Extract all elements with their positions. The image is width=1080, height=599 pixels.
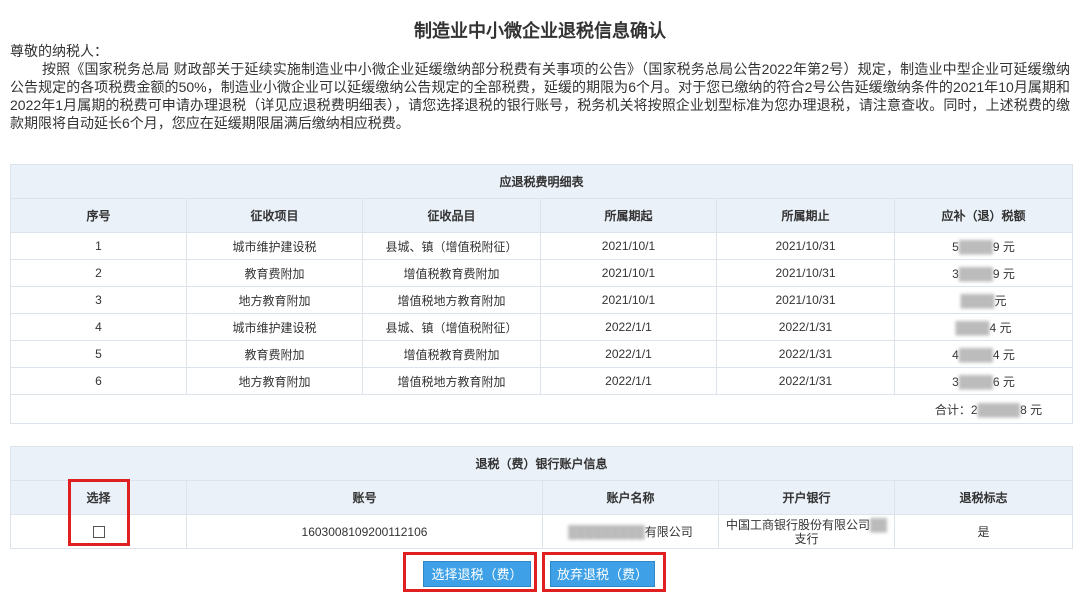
row-amount: ████元 — [893, 286, 1074, 314]
row-no: 3 — [10, 286, 187, 314]
bank-name-cell: 中国工商银行股份有限公司██ 支行 — [718, 514, 895, 549]
row-item: 城市维护建设税 — [186, 313, 363, 341]
table-row: 4 城市维护建设税 县城、镇（增值税附征） 2022/1/1 2022/1/31 ████… — [10, 313, 1074, 341]
col-header-select: 选择 — [10, 480, 187, 515]
masked-amount: ████ — [958, 374, 993, 389]
row-sub-item: 增值税地方教育附加 — [362, 367, 541, 395]
row-no: 2 — [10, 259, 187, 287]
col-header-item: 征收项目 — [186, 198, 363, 233]
total-cell: 合计：2█████8 元 — [9, 394, 1074, 424]
row-sub-item: 县城、镇（增值税附征） — [362, 232, 541, 260]
col-header-sub-item: 征收品目 — [362, 198, 541, 233]
row-period-start: 2021/10/1 — [540, 259, 717, 287]
row-sub-item: 增值税教育费附加 — [362, 340, 541, 368]
total-tail: 8 元 — [1020, 402, 1043, 417]
page-title: 制造业中小微企业退税信息确认 — [414, 21, 666, 41]
account-number: 1603008109200112106 — [186, 514, 543, 549]
bank-account-table: 退税（费）银行账户信息 选择 账号 账户名称 开户银行 退税标志 1603008… — [9, 446, 1074, 549]
row-period-start: 2021/10/1 — [540, 232, 717, 260]
row-item: 地方教育附加 — [186, 286, 363, 314]
masked-bank-branch: ██ — [870, 517, 888, 532]
amount-tail: 9 元 — [992, 239, 1015, 254]
row-period-end: 2022/1/31 — [716, 340, 895, 368]
refund-flag: 是 — [893, 514, 1074, 549]
table-row: 1 城市维护建设税 县城、镇（增值税附征） 2021/10/1 2021/10/31 5█… — [10, 232, 1074, 260]
row-period-end: 2021/10/31 — [716, 259, 895, 287]
row-period-end: 2021/10/31 — [716, 286, 895, 314]
amount-tail: 6 元 — [992, 374, 1015, 389]
row-amount: 5████9 元 — [893, 232, 1074, 260]
bank-account-row: 1603008109200112106 █████████有限公司 中国工商银行… — [10, 514, 1074, 549]
details-caption: 应退税费明细表 — [9, 164, 1074, 199]
select-refund-button[interactable]: 选择退税（费） — [423, 561, 531, 587]
amount-tail: 9 元 — [992, 266, 1015, 281]
row-period-start: 2022/1/1 — [540, 340, 717, 368]
select-account-checkbox[interactable] — [92, 526, 105, 539]
account-name-tail: 有限公司 — [644, 525, 693, 539]
masked-amount: ████ — [960, 293, 995, 308]
col-header-no: 序号 — [10, 198, 187, 233]
row-amount: 3████6 元 — [893, 367, 1074, 395]
bank-caption: 退税（费）银行账户信息 — [9, 446, 1074, 481]
masked-amount: ████ — [958, 347, 993, 362]
notice-paragraph: 按照《国家税务总局 财政部关于延续实施制造业中小微企业延缓缴纳部分税费有关事项的… — [10, 61, 1070, 131]
total-label: 合计：2 — [934, 402, 978, 417]
masked-amount: ████ — [958, 266, 993, 281]
row-period-end: 2022/1/31 — [716, 313, 895, 341]
row-no: 1 — [10, 232, 187, 260]
amount-visible-lead: 5 — [952, 239, 959, 254]
row-item: 地方教育附加 — [186, 367, 363, 395]
col-header-bank: 开户银行 — [718, 480, 895, 515]
amount-visible-lead: 3 — [952, 374, 959, 389]
salutation: 尊敬的纳税人： — [10, 43, 108, 59]
row-sub-item: 县城、镇（增值税附征） — [362, 313, 541, 341]
row-sub-item: 增值税地方教育附加 — [362, 286, 541, 314]
row-period-start: 2022/1/1 — [540, 367, 717, 395]
col-header-period-start: 所属期起 — [540, 198, 717, 233]
account-name-cell: █████████有限公司 — [542, 514, 719, 549]
col-header-amount: 应补（退）税额 — [893, 198, 1074, 233]
row-period-start: 2021/10/1 — [540, 286, 717, 314]
row-sub-item: 增值税教育费附加 — [362, 259, 541, 287]
row-amount: 4████4 元 — [893, 340, 1074, 368]
row-no: 4 — [10, 313, 187, 341]
row-no: 5 — [10, 340, 187, 368]
masked-amount: ████ — [958, 239, 993, 254]
row-amount: 3████9 元 — [893, 259, 1074, 287]
bank-name: 中国工商银行股份有限公司 — [725, 517, 870, 532]
row-no: 6 — [10, 367, 187, 395]
row-item: 教育费附加 — [186, 340, 363, 368]
amount-tail: 4 元 — [989, 320, 1012, 335]
amount-visible-lead: 4 — [952, 347, 959, 362]
row-period-end: 2021/10/31 — [716, 232, 895, 260]
col-header-account-no: 账号 — [186, 480, 543, 515]
col-header-refund-flag: 退税标志 — [893, 480, 1074, 515]
col-header-period-end: 所属期止 — [716, 198, 895, 233]
amount-tail: 4 元 — [992, 347, 1015, 362]
row-period-start: 2022/1/1 — [540, 313, 717, 341]
select-cell — [10, 514, 187, 549]
amount-tail: 元 — [994, 293, 1007, 308]
row-item: 城市维护建设税 — [186, 232, 363, 260]
row-item: 教育费附加 — [186, 259, 363, 287]
row-amount: ████4 元 — [893, 313, 1074, 341]
col-header-account-name: 账户名称 — [542, 480, 719, 515]
table-row: 5 教育费附加 增值税教育费附加 2022/1/1 2022/1/31 4████4 元 — [10, 340, 1074, 368]
abandon-refund-button[interactable]: 放弃退税（费） — [550, 561, 655, 587]
masked-total: █████ — [977, 402, 1021, 417]
row-period-end: 2022/1/31 — [716, 367, 895, 395]
table-row: 2 教育费附加 增值税教育费附加 2021/10/1 2021/10/31 3████9 … — [10, 259, 1074, 287]
masked-amount: ████ — [955, 320, 990, 335]
refund-details-table: 应退税费明细表 序号 征收项目 征收品目 所属期起 所属期止 应补（退）税额 1… — [9, 164, 1074, 424]
bank-name-line2: 支行 — [794, 531, 819, 546]
table-row: 6 地方教育附加 增值税地方教育附加 2022/1/1 2022/1/31 3████6 … — [10, 367, 1074, 395]
masked-account-name: █████████ — [568, 525, 645, 539]
amount-visible-lead: 3 — [952, 266, 959, 281]
table-row: 3 地方教育附加 增值税地方教育附加 2021/10/1 2021/10/31 ████元 — [10, 286, 1074, 314]
